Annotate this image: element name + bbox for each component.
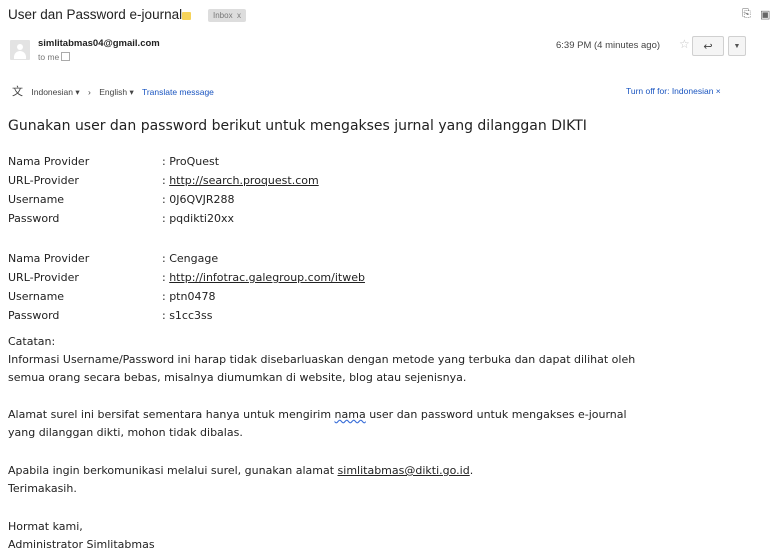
provider-1-url-row: : http://search.proquest.com <box>162 174 319 187</box>
provider-1-name-label: Nama Provider <box>8 155 90 168</box>
regards-text: Hormat kami, <box>8 520 83 533</box>
remove-label-icon[interactable]: x <box>237 11 241 20</box>
notes-heading: Catatan: <box>8 335 56 348</box>
important-label-icon[interactable] <box>182 12 191 20</box>
more-options-button[interactable]: ▼ <box>728 36 746 56</box>
inbox-label-chip[interactable]: Inbox x <box>208 9 247 22</box>
provider-1-username-label: Username <box>8 193 65 206</box>
turn-off-translation-link[interactable]: Turn off for: Indonesian × <box>626 86 721 96</box>
avatar <box>10 40 30 60</box>
provider-1-url-link[interactable]: http://search.proquest.com <box>169 174 318 187</box>
chevron-right-icon: › <box>87 87 91 97</box>
provider-2-username-label: Username <box>8 290 65 303</box>
note-contact-line: Apabila ingin berkomunikasi melalui sure… <box>8 462 781 480</box>
print-icon[interactable]: ⎘ <box>742 8 751 21</box>
note-temporary-part-a: Alamat surel ini bersifat sementara hany… <box>8 408 335 421</box>
provider-2-username-value: : ptn0478 <box>162 290 216 303</box>
provider-1-password-value: : pqdikti20xx <box>162 212 234 225</box>
translate-icon: 文 <box>12 86 23 98</box>
recipient-details[interactable]: to me <box>38 52 71 62</box>
translate-bar: 文 Indonesian ▾ › English ▾ Translate mes… <box>12 83 220 99</box>
spellcheck-word: nama <box>334 408 366 421</box>
sender-address[interactable]: simlitabmas04@gmail.com <box>38 38 160 49</box>
chevron-down-icon: ▼ <box>733 43 741 50</box>
provider-2-name-label: Nama Provider <box>8 252 90 265</box>
thanks-text: Terimakasih. <box>8 482 77 495</box>
provider-1-password-label: Password <box>8 212 60 225</box>
translate-message-link[interactable]: Translate message <box>142 87 214 97</box>
inbox-label-text: Inbox <box>213 11 233 20</box>
provider-1-username-value: : 0J6QVJR288 <box>162 193 235 206</box>
signature-text: Administrator Simlitabmas <box>8 538 155 551</box>
message-time: 6:39 PM (4 minutes ago) <box>556 40 661 51</box>
note-temporary-line-1: Alamat surel ini bersifat sementara hany… <box>8 406 781 424</box>
note-distribution-line-2: semua orang secara bebas, misalnya diumu… <box>8 371 467 384</box>
note-distribution-line-1: Informasi Username/Password ini harap ti… <box>8 353 636 366</box>
recipient-label: to me <box>38 52 60 62</box>
new-window-icon[interactable]: ▣ <box>760 8 770 21</box>
contact-email-link[interactable]: simlitabmas@dikti.go.id <box>338 464 470 477</box>
details-dropdown-icon[interactable] <box>61 52 71 62</box>
note-temporary-part-c: user dan password untuk mengakses e-jour… <box>365 408 627 421</box>
provider-2-name-value: : Cengage <box>162 252 219 265</box>
provider-2-url-link[interactable]: http://infotrac.galegroup.com/itweb <box>169 271 365 284</box>
provider-1-name-value: : ProQuest <box>162 155 220 168</box>
source-language-select[interactable]: Indonesian ▾ <box>31 87 79 97</box>
star-icon[interactable]: ☆ <box>679 37 690 51</box>
provider-1-url-label: URL-Provider <box>8 174 79 187</box>
email-subject: User dan Password e-journal <box>8 7 183 22</box>
reply-button[interactable]: ↩ <box>692 36 724 56</box>
provider-2-password-label: Password <box>8 309 60 322</box>
note-contact-period: . <box>469 464 474 477</box>
provider-2-url-row: : http://infotrac.galegroup.com/itweb <box>162 271 365 284</box>
message-heading: Gunakan user dan password berikut untuk … <box>8 118 587 134</box>
target-language-select[interactable]: English ▾ <box>99 87 134 97</box>
provider-2-url-label: URL-Provider <box>8 271 79 284</box>
note-temporary-line-2: yang dilanggan dikti, mohon tidak dibala… <box>8 426 243 439</box>
reply-icon: ↩ <box>703 41 713 53</box>
note-contact-text: Apabila ingin berkomunikasi melalui sure… <box>8 464 338 477</box>
provider-2-password-value: : s1cc3ss <box>162 309 213 322</box>
